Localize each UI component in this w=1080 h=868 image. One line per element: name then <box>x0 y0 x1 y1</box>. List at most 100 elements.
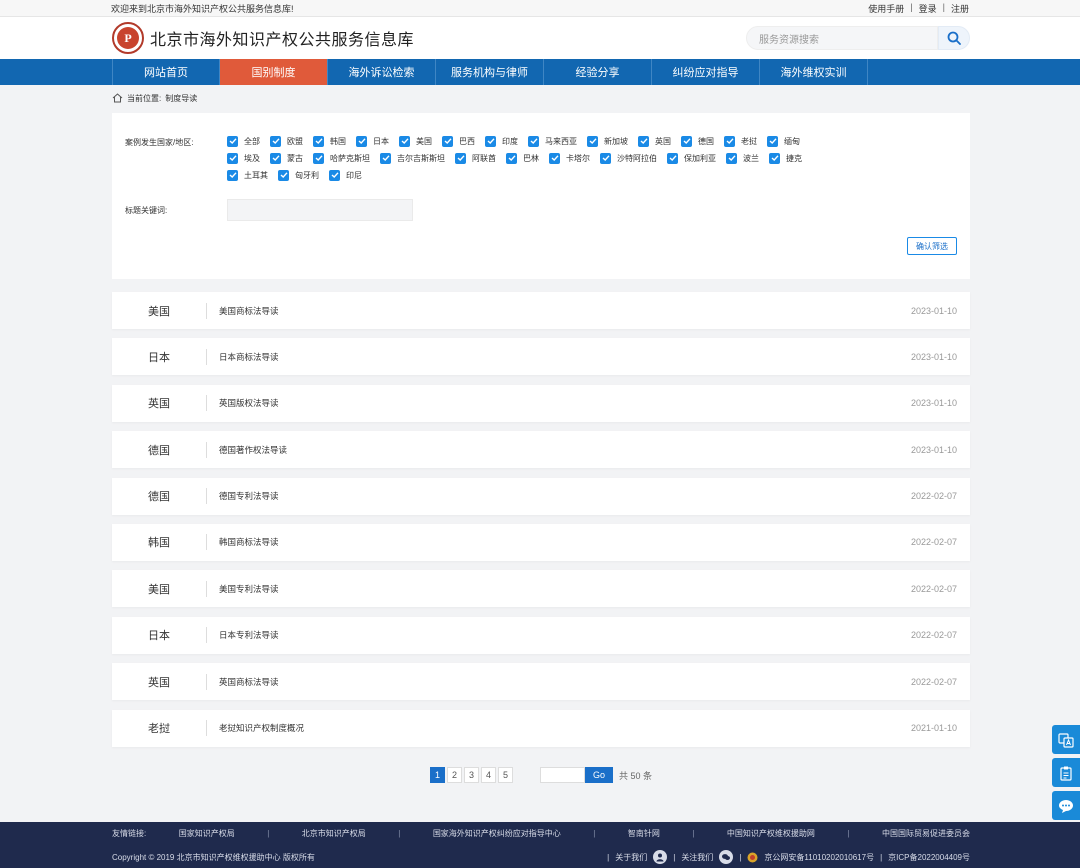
nav-item-service-agencies[interactable]: 服务机构与律师 <box>436 59 544 85</box>
list-item[interactable]: 美国 美国专利法导读 2022-02-07 <box>112 570 970 608</box>
list-item[interactable]: 英国 英国版权法导读 2023-01-10 <box>112 384 970 422</box>
checkbox-checked-icon[interactable] <box>587 135 598 147</box>
checkbox-checked-icon[interactable] <box>329 169 340 181</box>
country-checkbox[interactable]: 印尼 <box>329 169 362 181</box>
nav-item-litigation-search[interactable]: 海外诉讼检索 <box>328 59 436 85</box>
checkbox-checked-icon[interactable] <box>600 152 611 164</box>
page-number[interactable]: 1 <box>430 767 445 783</box>
country-checkbox[interactable]: 韩国 <box>313 135 346 147</box>
register-link[interactable]: 注册 <box>951 2 969 15</box>
checkbox-checked-icon[interactable] <box>724 135 735 147</box>
country-checkbox[interactable]: 卡塔尔 <box>549 152 590 164</box>
checkbox-checked-icon[interactable] <box>227 152 238 164</box>
search-button[interactable] <box>938 26 970 50</box>
list-item[interactable]: 德国 德国著作权法导读 2023-01-10 <box>112 431 970 469</box>
country-checkbox[interactable]: 保加利亚 <box>667 152 716 164</box>
item-title[interactable]: 英国版权法导读 <box>207 397 911 409</box>
friend-link[interactable]: 北京市知识产权局 <box>302 828 366 839</box>
country-checkbox[interactable]: 欧盟 <box>270 135 303 147</box>
friend-link[interactable]: 中国知识产权维权援助网 <box>727 828 815 839</box>
wechat-icon[interactable] <box>719 850 734 864</box>
page-number[interactable]: 2 <box>447 767 462 783</box>
user-icon[interactable] <box>653 850 668 864</box>
checkbox-checked-icon[interactable] <box>356 135 367 147</box>
checkbox-checked-icon[interactable] <box>528 135 539 147</box>
country-checkbox[interactable]: 美国 <box>399 135 432 147</box>
chat-tool[interactable] <box>1052 791 1080 820</box>
item-title[interactable]: 德国著作权法导读 <box>207 444 911 456</box>
icp-record[interactable]: 京ICP备2022004409号 <box>888 852 970 863</box>
checkbox-checked-icon[interactable] <box>767 135 778 147</box>
checkbox-checked-icon[interactable] <box>227 169 238 181</box>
country-checkbox[interactable]: 匈牙利 <box>278 169 319 181</box>
item-title[interactable]: 美国专利法导读 <box>207 583 911 595</box>
item-title[interactable]: 德国专利法导读 <box>207 490 911 502</box>
home-icon[interactable] <box>112 93 123 103</box>
nav-item-training[interactable]: 海外维权实训 <box>760 59 868 85</box>
search-input[interactable]: 服务资源搜索 <box>746 26 938 50</box>
about-link[interactable]: 关于我们 <box>615 852 647 863</box>
country-checkbox[interactable]: 新加坡 <box>587 135 628 147</box>
checkbox-checked-icon[interactable] <box>726 152 737 164</box>
nav-item-dispute-guidance[interactable]: 纠纷应对指导 <box>652 59 760 85</box>
country-checkbox[interactable]: 英国 <box>638 135 671 147</box>
list-item[interactable]: 日本 日本专利法导读 2022-02-07 <box>112 616 970 654</box>
item-title[interactable]: 韩国商标法导读 <box>207 536 911 548</box>
keyword-input[interactable] <box>227 199 413 221</box>
country-checkbox[interactable]: 巴西 <box>442 135 475 147</box>
friend-link[interactable]: 智南针网 <box>628 828 660 839</box>
translate-tool[interactable] <box>1052 725 1080 754</box>
country-checkbox[interactable]: 德国 <box>681 135 714 147</box>
checkbox-checked-icon[interactable] <box>313 135 324 147</box>
follow-link[interactable]: 关注我们 <box>681 852 713 863</box>
country-checkbox[interactable]: 土耳其 <box>227 169 268 181</box>
checkbox-checked-icon[interactable] <box>769 152 780 164</box>
list-item[interactable]: 韩国 韩国商标法导读 2022-02-07 <box>112 523 970 561</box>
item-title[interactable]: 日本专利法导读 <box>207 629 911 641</box>
item-title[interactable]: 老挝知识产权制度概况 <box>207 722 911 734</box>
checkbox-checked-icon[interactable] <box>442 135 453 147</box>
nav-item-experience[interactable]: 经验分享 <box>544 59 652 85</box>
item-title[interactable]: 美国商标法导读 <box>207 305 911 317</box>
list-item[interactable]: 美国 美国商标法导读 2023-01-10 <box>112 292 970 329</box>
checkbox-checked-icon[interactable] <box>278 169 289 181</box>
checkbox-checked-icon[interactable] <box>549 152 560 164</box>
list-item[interactable]: 老挝 老挝知识产权制度概况 2021-01-10 <box>112 709 970 747</box>
checkbox-checked-icon[interactable] <box>270 152 281 164</box>
country-checkbox[interactable]: 沙特阿拉伯 <box>600 152 657 164</box>
country-checkbox[interactable]: 吉尔吉斯斯坦 <box>380 152 445 164</box>
country-checkbox[interactable]: 哈萨克斯坦 <box>313 152 370 164</box>
item-title[interactable]: 日本商标法导读 <box>207 351 911 363</box>
friend-link[interactable]: 国家知识产权局 <box>179 828 235 839</box>
country-checkbox[interactable]: 全部 <box>227 135 260 147</box>
police-record[interactable]: 京公网安备11010202010617号 <box>764 852 874 863</box>
page-number[interactable]: 5 <box>498 767 513 783</box>
country-checkbox[interactable]: 印度 <box>485 135 518 147</box>
country-checkbox[interactable]: 阿联酋 <box>455 152 496 164</box>
item-title[interactable]: 英国商标法导读 <box>207 676 911 688</box>
go-button[interactable]: Go <box>585 767 613 783</box>
manual-link[interactable]: 使用手册 <box>868 2 904 15</box>
list-item[interactable]: 德国 德国专利法导读 2022-02-07 <box>112 477 970 515</box>
checkbox-checked-icon[interactable] <box>667 152 678 164</box>
checkbox-checked-icon[interactable] <box>485 135 496 147</box>
country-checkbox[interactable]: 波兰 <box>726 152 759 164</box>
checkbox-checked-icon[interactable] <box>313 152 324 164</box>
checkbox-checked-icon[interactable] <box>681 135 692 147</box>
country-checkbox[interactable]: 巴林 <box>506 152 539 164</box>
checkbox-checked-icon[interactable] <box>455 152 466 164</box>
country-checkbox[interactable]: 埃及 <box>227 152 260 164</box>
login-link[interactable]: 登录 <box>919 2 937 15</box>
friend-link[interactable]: 国家海外知识产权纠纷应对指导中心 <box>433 828 561 839</box>
page-jump-input[interactable] <box>540 767 585 783</box>
friend-link[interactable]: 中国国际贸易促进委员会 <box>882 828 970 839</box>
country-checkbox[interactable]: 缅甸 <box>767 135 800 147</box>
page-number[interactable]: 3 <box>464 767 479 783</box>
checkbox-checked-icon[interactable] <box>227 135 238 147</box>
page-number[interactable]: 4 <box>481 767 496 783</box>
list-item[interactable]: 日本 日本商标法导读 2023-01-10 <box>112 338 970 376</box>
nav-item-home[interactable]: 网站首页 <box>112 59 220 85</box>
country-checkbox[interactable]: 捷克 <box>769 152 802 164</box>
checkbox-checked-icon[interactable] <box>399 135 410 147</box>
confirm-filter-button[interactable]: 确认筛选 <box>907 237 957 255</box>
